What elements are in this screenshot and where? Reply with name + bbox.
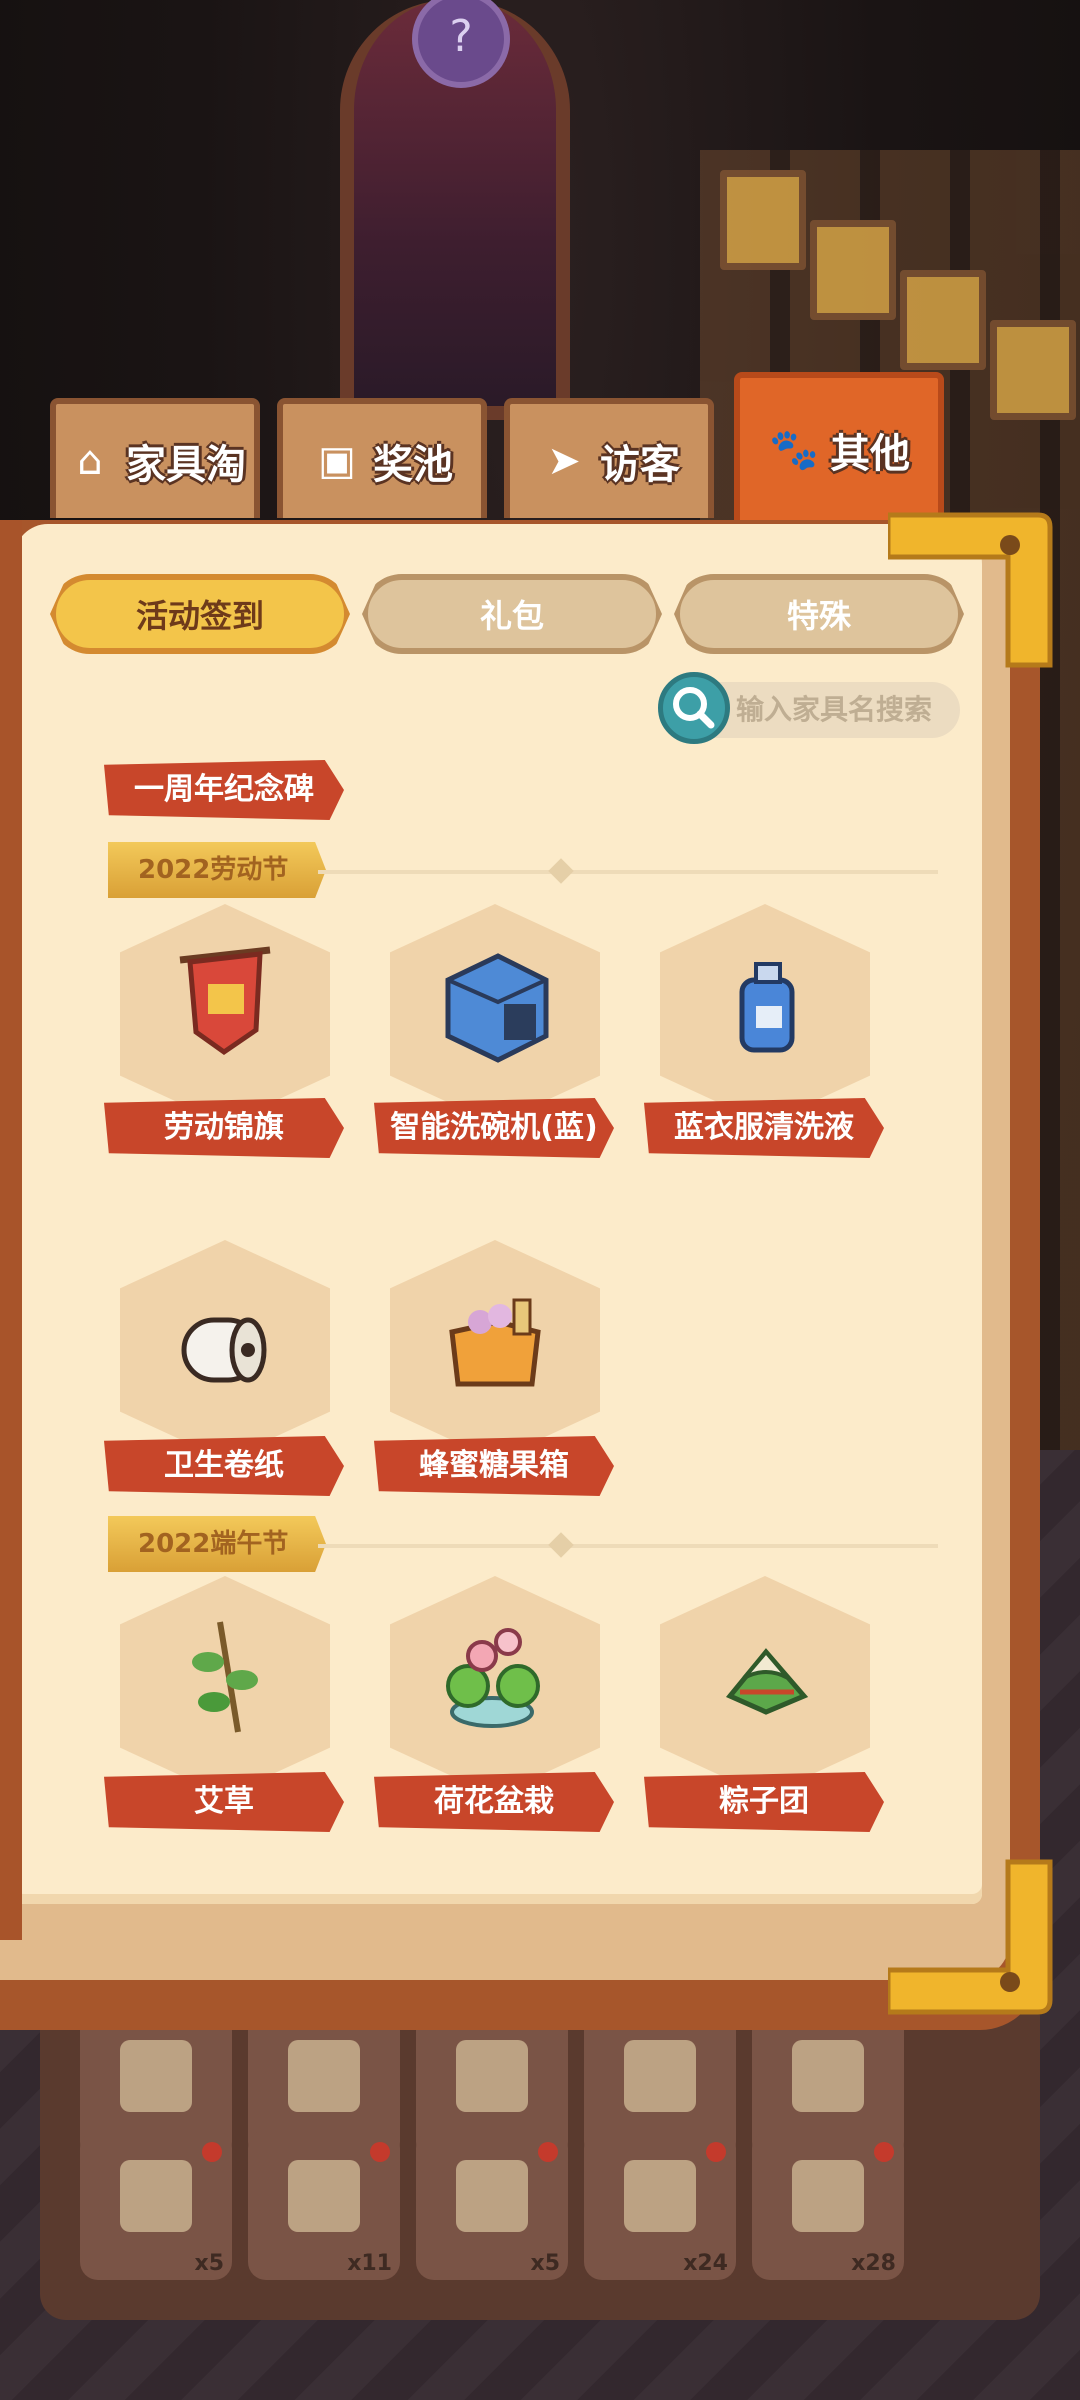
lotus-pot-icon	[446, 1628, 540, 1728]
subtab-label: 特殊	[786, 597, 851, 635]
zongzi-icon	[725, 1648, 809, 1715]
item-label: 蓝衣服清洗液	[644, 1098, 884, 1158]
paper-plane-icon: ➤	[547, 438, 581, 484]
stained-glass-window: ?	[340, 0, 570, 420]
tab-label: 访客	[600, 442, 680, 488]
item-label: 智能洗碗机(蓝)	[374, 1098, 614, 1158]
item-card[interactable]	[660, 1576, 870, 1796]
item-card[interactable]	[390, 904, 600, 1124]
tab-other[interactable]: 🐾 其他	[734, 372, 944, 522]
item-label: 劳动锦旗	[104, 1098, 344, 1158]
inventory-count: x28	[851, 2251, 896, 2276]
subtab-label: 活动签到	[135, 597, 264, 635]
subtab-gift-pack[interactable]: 礼包	[362, 574, 662, 654]
item-card[interactable]	[660, 904, 870, 1124]
new-badge	[874, 2142, 894, 2162]
section-divider	[318, 1544, 938, 1548]
search-icon	[673, 687, 715, 729]
detergent-bottle-icon	[739, 962, 795, 1053]
mugwort-icon	[192, 1621, 258, 1733]
inventory-panel: x6 x8 x25 x26 x34 x5 x11 x5 x24 x28	[40, 1990, 1040, 2320]
book-corner-bottom	[888, 1859, 1053, 2015]
inventory-count: x5	[530, 2251, 561, 2276]
toilet-paper-icon	[181, 1317, 267, 1383]
inventory-count: x5	[194, 2251, 225, 2276]
candy-box-icon	[449, 1298, 541, 1387]
tab-prize-pool[interactable]: ▣ 奖池	[277, 398, 487, 518]
pennant-icon	[179, 946, 271, 1056]
item-card[interactable]	[120, 1240, 330, 1460]
question-icon: ?	[412, 0, 510, 88]
new-badge	[370, 2142, 390, 2162]
subtab-event-checkin[interactable]: 活动签到	[50, 574, 350, 654]
search-input[interactable]: 输入家具名搜索	[690, 682, 960, 738]
inventory-count: x24	[683, 2251, 728, 2276]
item-label: 一周年纪念碑	[104, 760, 344, 820]
subtab-special[interactable]: 特殊	[674, 574, 964, 654]
item-label: 粽子团	[644, 1772, 884, 1832]
inventory-count: x11	[347, 2251, 392, 2276]
tab-label: 其他	[830, 431, 910, 477]
tab-furniture-shop[interactable]: ⌂ 家具淘	[50, 398, 260, 518]
item-card[interactable]	[120, 904, 330, 1124]
inventory-slot[interactable]: x11	[248, 2130, 400, 2280]
house-icon: ⌂	[77, 438, 103, 484]
item-card[interactable]	[120, 1576, 330, 1796]
new-badge	[202, 2142, 222, 2162]
item-label: 荷花盆栽	[374, 1772, 614, 1832]
inventory-slot[interactable]: x24	[584, 2130, 736, 2280]
tab-label: 奖池	[373, 442, 453, 488]
search-button[interactable]	[658, 672, 730, 744]
item-label: 卫生卷纸	[104, 1436, 344, 1496]
new-badge	[538, 2142, 558, 2162]
item-label: 艾草	[104, 1772, 344, 1832]
inventory-slot[interactable]: x5	[80, 2130, 232, 2280]
section-divider	[318, 870, 938, 874]
inventory-slot[interactable]: x5	[416, 2130, 568, 2280]
card-icon: ▣	[318, 438, 356, 484]
item-card[interactable]	[390, 1240, 600, 1460]
section-title: 2022劳动节	[108, 842, 326, 898]
tab-visitors[interactable]: ➤ 访客	[504, 398, 714, 518]
search-placeholder: 输入家具名搜索	[736, 693, 933, 726]
inventory-slot[interactable]: x28	[752, 2130, 904, 2280]
dishwasher-icon	[445, 953, 549, 1063]
paw-icon: 🐾	[769, 427, 819, 473]
item-label: 蜂蜜糖果箱	[374, 1436, 614, 1496]
item-card[interactable]	[390, 1576, 600, 1796]
new-badge	[706, 2142, 726, 2162]
section-title: 2022端午节	[108, 1516, 326, 1572]
subtab-label: 礼包	[479, 597, 544, 635]
book-spine	[0, 520, 22, 1940]
tab-label: 家具淘	[126, 442, 246, 488]
